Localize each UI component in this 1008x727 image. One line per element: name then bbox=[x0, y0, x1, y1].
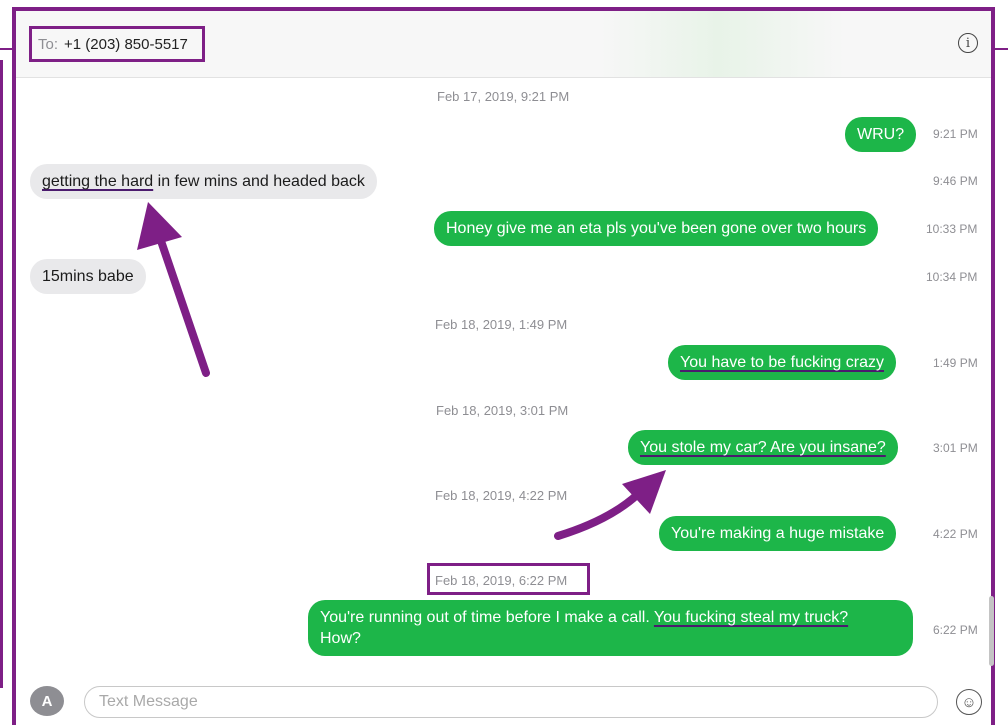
message-input[interactable] bbox=[84, 686, 938, 718]
emoji-icon[interactable]: ☺ bbox=[956, 689, 982, 715]
annotation-arrows bbox=[137, 202, 666, 540]
app-store-icon[interactable]: A bbox=[30, 686, 64, 716]
annotation-arrow-shaft bbox=[554, 490, 642, 540]
annotation-arrow-shaft bbox=[156, 234, 210, 377]
annotation-arrowhead bbox=[137, 202, 182, 250]
annotation-arrowhead bbox=[622, 470, 666, 514]
